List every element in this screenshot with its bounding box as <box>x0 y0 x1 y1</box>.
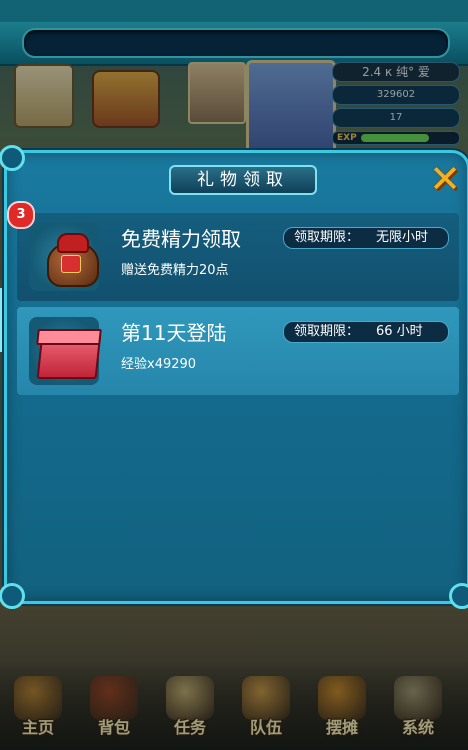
gift-item-free-energy[interactable]: 3 免费精力领取 赠送免费精力20点 领取期限： 无限小时 <box>7 201 459 301</box>
close-x-icon: ✕ <box>429 157 461 201</box>
claim-deadline: 领取期限： 无限小时 <box>283 227 449 249</box>
gift-item-day11-login[interactable]: 第11天登陆 经验x49290 领取期限： 66 小时 <box>17 307 459 395</box>
gift-icon-slot <box>29 317 102 385</box>
gift-icon-slot <box>29 223 99 291</box>
gift-list: 3 免费精力领取 赠送免费精力20点 领取期限： 无限小时 第11天登陆 经验x… <box>7 201 459 401</box>
jar-lid <box>57 233 89 253</box>
dialog-title: 礼物领取 <box>169 165 317 195</box>
gift-item-description: 经验x49290 <box>121 357 197 372</box>
notification-badge: 3 <box>7 201 35 229</box>
deadline-value: 无限小时 <box>376 230 429 245</box>
gift-claim-dialog: 礼物领取 ✕ 3 免费精力领取 赠送免费精力20点 领取期限： 无限小时 第11… <box>0 145 468 609</box>
gift-item-title: 免费精力领取 <box>121 227 241 251</box>
dialog-corner-ornament <box>0 583 25 609</box>
deadline-value: 66 小时 <box>376 324 423 339</box>
dialog-corner-ornament <box>0 145 25 171</box>
gift-item-title: 第11天登陆 <box>121 321 227 345</box>
gift-item-description: 赠送免费精力20点 <box>121 263 229 278</box>
deadline-label: 领取期限： <box>294 230 360 245</box>
gift-box-lid <box>36 329 102 345</box>
claim-deadline: 领取期限： 66 小时 <box>283 321 449 343</box>
dialog-corner-ornament <box>449 583 468 609</box>
close-button[interactable]: ✕ <box>427 157 463 201</box>
jar-label <box>61 255 81 273</box>
deadline-label: 领取期限： <box>294 324 360 339</box>
